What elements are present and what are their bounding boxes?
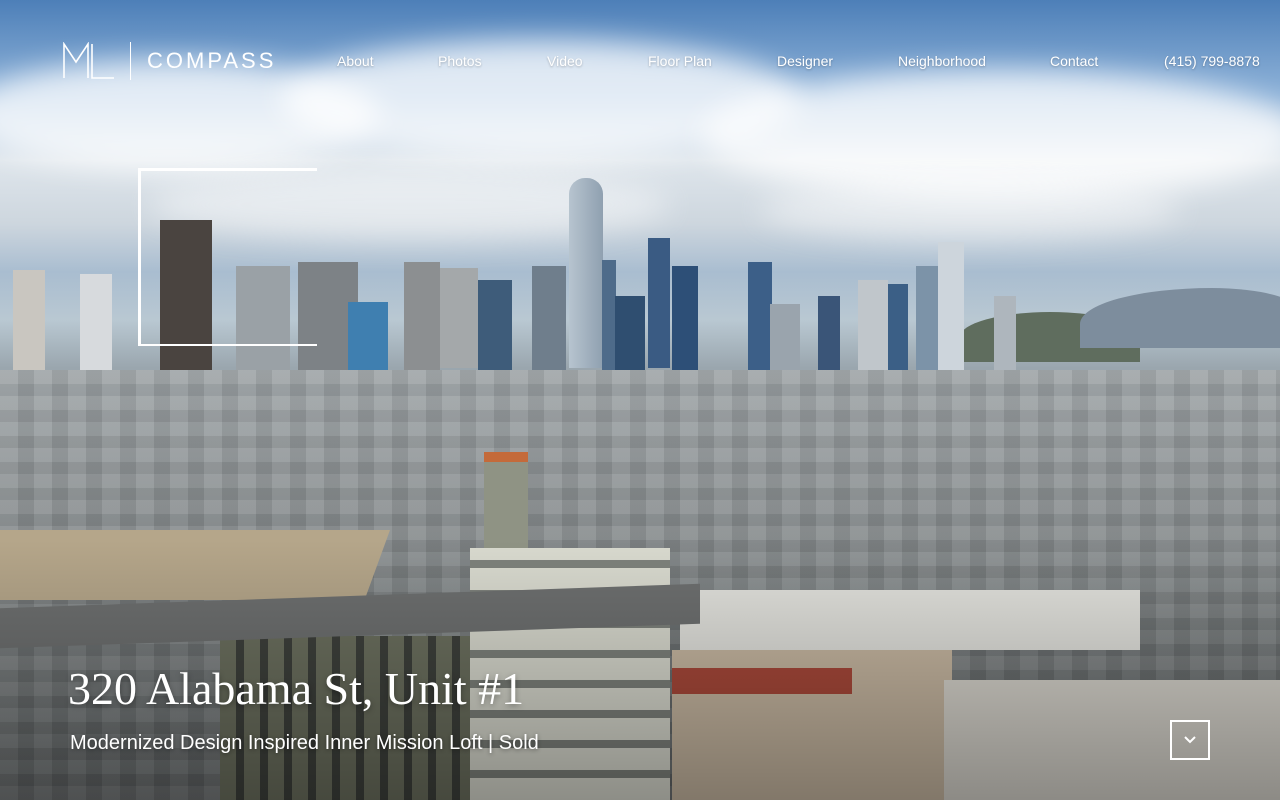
tower-roof	[484, 452, 528, 462]
nav-item-contact[interactable]: Contact	[1050, 53, 1098, 69]
chevron-down-icon	[1184, 736, 1196, 744]
top-navigation: COMPASS About Photos Video Floor Plan De…	[0, 0, 1280, 124]
nav-item-neighborhood[interactable]: Neighborhood	[898, 53, 986, 69]
nav-item-video[interactable]: Video	[547, 53, 583, 69]
nav-item-about[interactable]: About	[337, 53, 374, 69]
nav-item-designer[interactable]: Designer	[777, 53, 833, 69]
listing-title: 320 Alabama St, Unit #1	[68, 663, 525, 714]
cloud	[760, 180, 1180, 240]
scroll-down-button[interactable]	[1170, 720, 1210, 760]
nav-item-floor-plan[interactable]: Floor Plan	[648, 53, 712, 69]
listing-subtitle: Modernized Design Inspired Inner Mission…	[70, 732, 539, 754]
nav-item-photos[interactable]: Photos	[438, 53, 482, 69]
decorative-frame	[138, 168, 317, 346]
nav-menu: About Photos Video Floor Plan Designer N…	[0, 53, 1280, 73]
phone-link[interactable]: (415) 799-8878	[1164, 53, 1260, 69]
